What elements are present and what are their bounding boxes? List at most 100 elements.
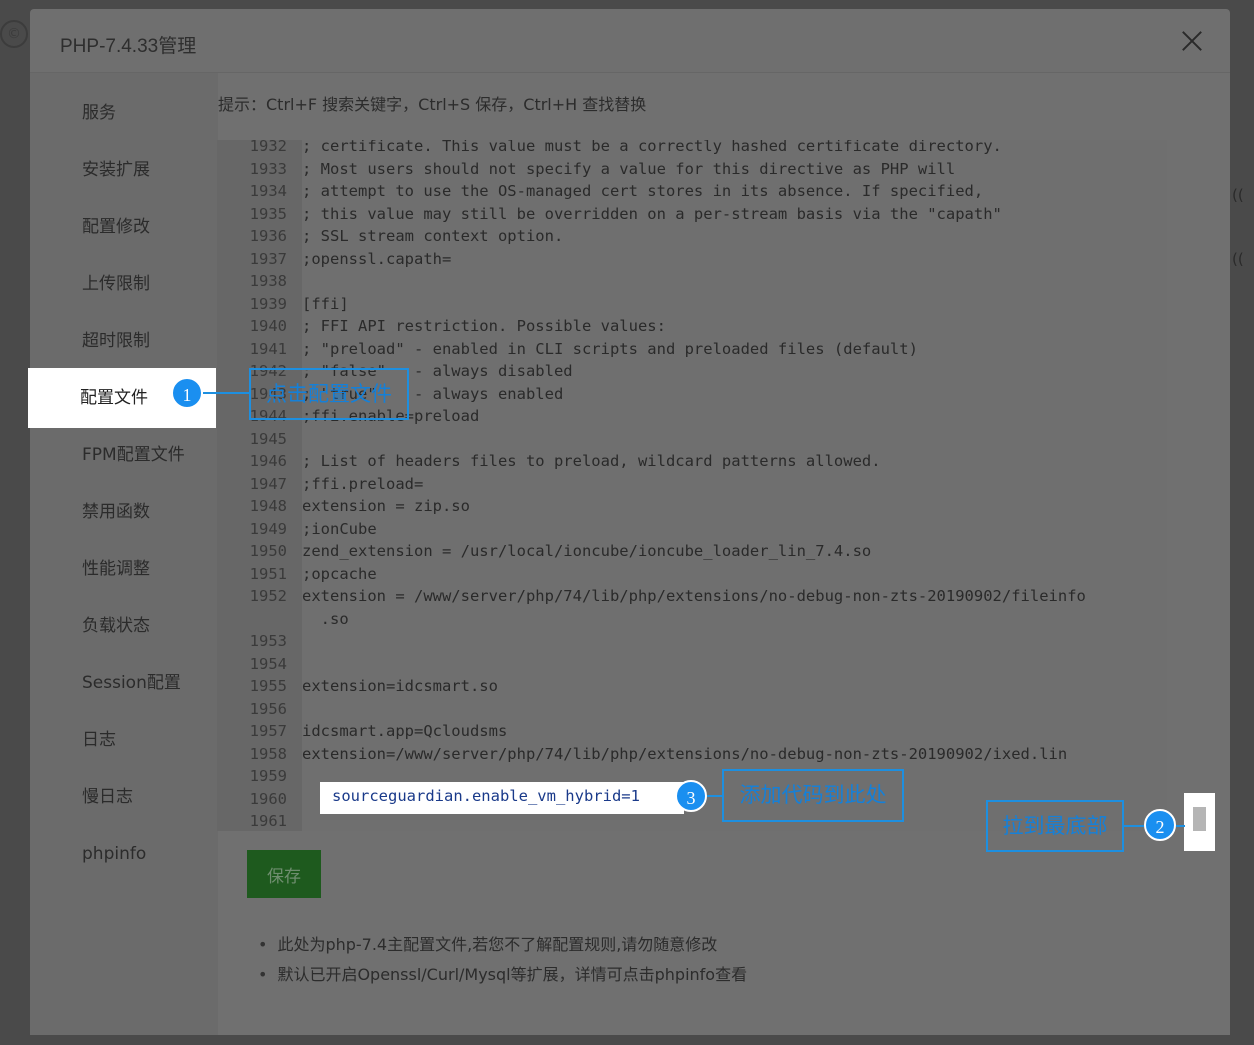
callout-step1: 点击配置文件 (249, 368, 409, 420)
code-line[interactable]: 1956 (217, 698, 1167, 720)
callout-step3: 添加代码到此处 (722, 769, 904, 822)
line-number: 1950 (249, 542, 287, 560)
line-number: 1961 (249, 812, 287, 830)
background-text-fragment: (( (1232, 186, 1244, 204)
line-number: 1936 (249, 227, 287, 245)
dialog-title: PHP-7.4.33管理 (60, 36, 197, 57)
note-item: 默认已开启Openssl/Curl/Mysql等扩展，详情可点击phpinfo查… (258, 960, 747, 990)
step-badge-1: 1 (171, 377, 203, 409)
line-number: 1941 (249, 339, 287, 358)
code-editor[interactable]: 1932 ; certificate. This value must be a … (217, 140, 1167, 831)
editor-hint: 提示：Ctrl+F 搜索关键字，Ctrl+S 保存，Ctrl+H 查找替换 (218, 95, 647, 114)
line-text: ; SSL stream context option. (302, 227, 564, 245)
code-line[interactable]: 1948 extension = zip.so (217, 495, 1167, 517)
background-app-icon: © (0, 20, 28, 48)
line-text: [ffi] (302, 294, 349, 313)
sidebar-item-service[interactable]: 服务 (30, 83, 218, 143)
line-text: ;opcache (302, 564, 377, 583)
code-line[interactable]: .so (217, 608, 1167, 630)
code-line[interactable]: 1936 ; SSL stream context option. (217, 225, 1167, 247)
sidebar-item-log[interactable]: 日志 (30, 710, 218, 770)
line-text: ;ffi.preload= (302, 474, 424, 493)
line-number: 1946 (249, 452, 287, 470)
callout-leader-2b (1176, 825, 1185, 827)
line-text: extension=idcsmart.so (302, 677, 498, 695)
sidebar-item-config-modify[interactable]: 配置修改 (30, 197, 218, 257)
code-line[interactable]: 1950 zend_extension = /usr/local/ioncube/… (217, 540, 1167, 562)
code-line[interactable]: 1933 ; Most users should not specify a va… (217, 158, 1167, 180)
line-text: ; attempt to use the OS-managed cert sto… (302, 182, 984, 200)
code-line[interactable]: 1932 ; certificate. This value must be a … (217, 140, 1167, 157)
line-number: 1959 (249, 767, 287, 785)
line-number: 1940 (249, 317, 287, 335)
sidebar-item-session[interactable]: Session配置 (30, 653, 218, 713)
line-text: ; certificate. This value must be a corr… (302, 140, 1002, 155)
line-number: 1951 (249, 564, 287, 583)
sidebar-nav: 服务 安装扩展 配置修改 上传限制 超时限制 配置文件 FPM配置文件 禁用函数… (28, 73, 218, 1035)
background-text-fragment: (( (1232, 250, 1244, 268)
line-number: 1935 (249, 204, 287, 223)
code-line[interactable]: 1945 (217, 428, 1167, 450)
code-line[interactable]: 1955 extension=idcsmart.so (217, 675, 1167, 697)
code-line[interactable]: 1937 ;openssl.capath= (217, 248, 1167, 270)
code-line[interactable]: 1934 ; attempt to use the OS-managed cert… (217, 180, 1167, 202)
sidebar-item-install-ext[interactable]: 安装扩展 (30, 140, 218, 200)
code-line[interactable]: 1958 extension=/www/server/php/74/lib/php… (217, 743, 1167, 765)
line-text: extension = /www/server/php/74/lib/php/e… (302, 587, 1086, 605)
code-line[interactable]: 1935 ; this value may still be overridden… (217, 203, 1167, 225)
line-text: ;openssl.capath= (302, 249, 452, 268)
code-line[interactable]: 1939 [ffi] (217, 293, 1167, 315)
code-line[interactable]: 1951 ;opcache (217, 563, 1167, 585)
line-text: ;ionCube (302, 519, 377, 538)
sidebar-item-fpm-config[interactable]: FPM配置文件 (30, 425, 218, 485)
line-text: .so (302, 609, 349, 628)
callout-leader-1 (203, 392, 249, 394)
sidebar-item-phpinfo[interactable]: phpinfo (30, 824, 218, 884)
sidebar-item-load-status[interactable]: 负载状态 (30, 596, 218, 656)
line-number: 1949 (249, 519, 287, 538)
line-number: 1937 (249, 249, 287, 268)
code-line[interactable]: 1938 (217, 270, 1167, 292)
line-number: 1955 (249, 677, 287, 695)
code-line[interactable]: 1954 (217, 653, 1167, 675)
scrollbar-highlight (1184, 793, 1215, 851)
sidebar-item-performance[interactable]: 性能调整 (30, 539, 218, 599)
line-number: 1947 (249, 474, 287, 493)
step-badge-2: 2 (1144, 809, 1176, 841)
code-line[interactable]: 1957 idcsmart.app=Qcloudsms (217, 720, 1167, 742)
code-line[interactable]: 1947 ;ffi.preload= (217, 473, 1167, 495)
step-badge-3: 3 (675, 780, 707, 812)
close-icon[interactable] (1178, 27, 1206, 55)
code-line[interactable]: 1940 ; FFI API restriction. Possible valu… (217, 315, 1167, 337)
line-text: ; List of headers files to preload, wild… (302, 452, 881, 470)
sidebar-item-disabled-funcs[interactable]: 禁用函数 (30, 482, 218, 542)
line-text: extension = zip.so (302, 497, 470, 515)
callout-leader-2 (1124, 825, 1144, 827)
code-line[interactable]: 1941 ; "preload" - enabled in CLI scripts… (217, 338, 1167, 360)
scrollbar-thumb[interactable] (1193, 807, 1206, 831)
line-number: 1934 (249, 182, 287, 200)
code-line[interactable]: 1952 extension = /www/server/php/74/lib/p… (217, 585, 1167, 607)
line-text: ; FFI API restriction. Possible values: (302, 317, 666, 335)
note-item: 此处为php-7.4主配置文件,若您不了解配置规则,请勿随意修改 (258, 930, 747, 960)
code-line[interactable]: 1946 ; List of headers files to preload, … (217, 450, 1167, 472)
save-button[interactable]: 保存 (247, 850, 321, 898)
sidebar-item-upload-limit[interactable]: 上传限制 (30, 254, 218, 314)
line-text: zend_extension = /usr/local/ioncube/ionc… (302, 542, 872, 560)
line-number: 1960 (249, 789, 287, 808)
line-number: 1945 (249, 429, 287, 448)
line-number: 1956 (249, 699, 287, 718)
code-line[interactable]: 1949 ;ionCube (217, 518, 1167, 540)
sidebar-item-timeout-limit[interactable]: 超时限制 (30, 311, 218, 371)
line-text: ; this value may still be overridden on … (302, 204, 1002, 223)
line-number: 1953 (249, 632, 287, 650)
line-number: 1954 (249, 654, 287, 673)
added-code-line[interactable]: sourceguardian.enable_vm_hybrid=1 (320, 782, 684, 814)
line-text: ; "preload" - enabled in CLI scripts and… (302, 339, 918, 358)
code-line[interactable]: 1953 (217, 630, 1167, 652)
line-text: idcsmart.app=Qcloudsms (302, 722, 508, 740)
line-number: 1939 (249, 294, 287, 313)
sidebar-item-slow-log[interactable]: 慢日志 (30, 767, 218, 827)
line-number: 1958 (249, 744, 287, 763)
line-number: 1948 (249, 497, 287, 515)
